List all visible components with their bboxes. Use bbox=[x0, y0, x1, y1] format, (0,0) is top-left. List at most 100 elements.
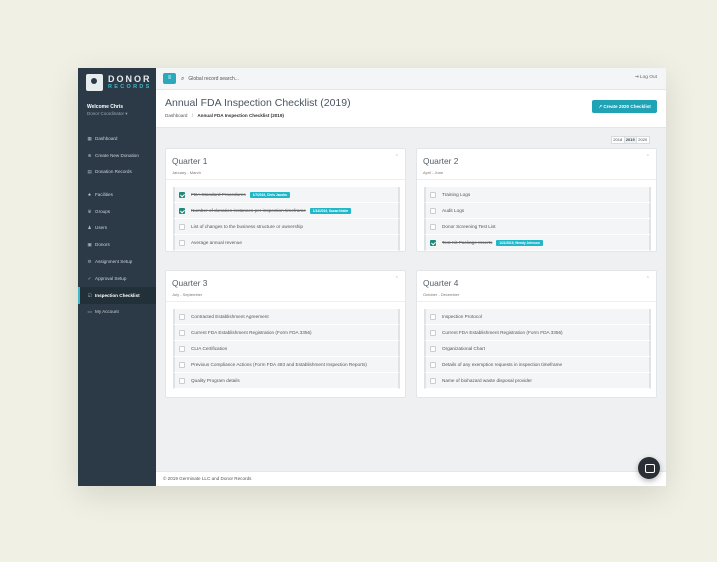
chevron-up-icon[interactable]: ⌃ bbox=[646, 154, 650, 160]
checkbox[interactable] bbox=[430, 361, 436, 368]
checkbox[interactable] bbox=[430, 329, 436, 336]
checklist-item[interactable]: Audit Logs bbox=[424, 203, 651, 219]
search-input[interactable]: Global record search... bbox=[188, 76, 239, 82]
app-window: DONOR RECORDS Welcome Chris Donor Coordi… bbox=[78, 68, 666, 486]
breadcrumb: Dashboard / Annual FDA Inspection Checkl… bbox=[165, 113, 284, 118]
account-icon: ▭ bbox=[87, 309, 92, 315]
checkbox[interactable] bbox=[430, 345, 436, 352]
sidebar-item-approval-setup[interactable]: ✓ Approval Setup bbox=[78, 270, 156, 287]
sidebar-item-label: Groups bbox=[95, 208, 111, 214]
checklist-item-label: Details of any exemption requests in ins… bbox=[442, 362, 563, 367]
sidebar-item-my-account[interactable]: ▭ My Account bbox=[78, 304, 156, 321]
checkbox[interactable] bbox=[179, 223, 185, 230]
checklist-item-label: Organizational Chart bbox=[442, 346, 485, 351]
checklist-item-label: Current FDA Establishment Registration (… bbox=[191, 330, 312, 335]
sidebar-item-users[interactable]: ♟ Users bbox=[78, 220, 156, 237]
sidebar-item-donors[interactable]: ▣ Donors bbox=[78, 236, 156, 253]
menu-toggle-button[interactable]: ≡ bbox=[163, 73, 176, 84]
checkbox[interactable] bbox=[179, 361, 185, 368]
brand-name: DONOR bbox=[108, 74, 152, 84]
create-checklist-button[interactable]: ↗ Create 2020 Checklist bbox=[592, 100, 657, 113]
card-subtitle: July - September bbox=[172, 292, 203, 297]
card-divider bbox=[166, 301, 405, 302]
dashboard-icon: ▦ bbox=[87, 135, 92, 141]
checklist-item[interactable]: Contracted Establishment Agreement bbox=[173, 309, 400, 325]
chevron-up-icon[interactable]: ⌃ bbox=[395, 154, 399, 160]
checklist-item[interactable]: Quality Program details bbox=[173, 373, 400, 389]
sidebar-item-assignment-setup[interactable]: ⚙ Assignment Setup bbox=[78, 253, 156, 270]
checklist-item[interactable]: CLIA Certification bbox=[173, 341, 400, 357]
year-button-2020[interactable]: 2020 bbox=[636, 136, 650, 144]
checkbox[interactable] bbox=[430, 191, 436, 198]
sidebar-item-inspection-checklist[interactable]: ☑ Inspection Checklist bbox=[78, 286, 156, 304]
checkbox[interactable] bbox=[430, 223, 436, 230]
checkbox[interactable] bbox=[179, 345, 185, 352]
role-dropdown[interactable]: Donor Coordinator ▾ bbox=[87, 111, 128, 117]
sidebar-item-groups[interactable]: ♛ Groups bbox=[78, 203, 156, 220]
checklist-item[interactable]: Number of donation instances per inspect… bbox=[173, 203, 400, 219]
checklist-item[interactable]: Current FDA Establishment Registration (… bbox=[173, 325, 400, 341]
checklist-item-label: Current FDA Establishment Registration (… bbox=[442, 330, 563, 335]
checklist-icon: ☑ bbox=[87, 292, 92, 298]
chat-launcher-button[interactable] bbox=[638, 457, 660, 479]
page-title: Annual FDA Inspection Checklist (2019) bbox=[165, 97, 351, 109]
checklist-item[interactable]: Current FDA Establishment Registration (… bbox=[424, 325, 651, 341]
checkbox[interactable] bbox=[430, 239, 436, 246]
sidebar-item-label: Assignment Setup bbox=[95, 259, 133, 265]
checklist-item[interactable]: Previous Compliance Actions (Form FDA 48… bbox=[173, 357, 400, 373]
checklist-item[interactable]: Donor Screening Test List bbox=[424, 219, 651, 235]
chevron-up-icon[interactable]: ⌃ bbox=[395, 276, 399, 282]
sidebar-item-label: Donors bbox=[95, 242, 110, 248]
global-search[interactable]: ⌕ Global record search... bbox=[181, 74, 239, 84]
donors-icon: ▣ bbox=[87, 242, 92, 248]
sidebar-item-dashboard[interactable]: ▦ Dashboard bbox=[78, 130, 156, 147]
breadcrumb-current: Annual FDA Inspection Checklist (2019) bbox=[197, 113, 284, 118]
top-bar: ≡ ⌕ Global record search... ⇥ Log Out bbox=[156, 68, 666, 90]
checkbox[interactable] bbox=[430, 377, 436, 384]
checklist-item[interactable]: Test Kit Package Inserts 1/21/2019, Wendy… bbox=[424, 235, 651, 251]
checklist-item[interactable]: Organizational Chart bbox=[424, 341, 651, 357]
checklist: Inspection Protocol Current FDA Establish… bbox=[424, 309, 651, 389]
quarter-1-card: Quarter 1 January - March ⌃ FDA Standard Pr… bbox=[165, 148, 406, 252]
checklist-item-label: Name of biohazard waste disposal provide… bbox=[442, 378, 532, 383]
checkbox[interactable] bbox=[430, 207, 436, 214]
card-divider bbox=[417, 301, 656, 302]
checkbox[interactable] bbox=[430, 313, 436, 320]
sidebar-item-label: Users bbox=[95, 225, 107, 231]
checkbox[interactable] bbox=[179, 239, 185, 246]
quarter-4-card: Quarter 4 October - December ⌃ Inspection P… bbox=[416, 270, 657, 398]
sidebar-item-facilities[interactable]: ♣ Facilities bbox=[78, 186, 156, 203]
card-subtitle: April - June bbox=[423, 170, 444, 175]
checklist-item-label: Average annual revenue bbox=[191, 240, 242, 245]
card-title: Quarter 1 bbox=[172, 156, 208, 166]
logo-icon bbox=[86, 74, 103, 91]
chevron-up-icon[interactable]: ⌃ bbox=[646, 276, 650, 282]
hamburger-icon: ≡ bbox=[167, 75, 172, 81]
checklist-item[interactable]: List of changes to the business structur… bbox=[173, 219, 400, 235]
checkbox[interactable] bbox=[179, 377, 185, 384]
sidebar-item-create-new-donation[interactable]: ⊕ Create New Donation bbox=[78, 147, 156, 164]
checklist-item[interactable]: Average annual revenue bbox=[173, 235, 400, 251]
card-title: Quarter 2 bbox=[423, 156, 459, 166]
checkbox[interactable] bbox=[179, 313, 185, 320]
checklist-item-label: Previous Compliance Actions (Form FDA 48… bbox=[191, 362, 367, 367]
checkbox[interactable] bbox=[179, 329, 185, 336]
checklist-item[interactable]: Name of biohazard waste disposal provide… bbox=[424, 373, 651, 389]
checklist: Contracted Establishment Agreement Curren… bbox=[173, 309, 400, 389]
logout-link[interactable]: ⇥ Log Out bbox=[635, 75, 657, 80]
plus-circle-icon: ⊕ bbox=[87, 152, 92, 158]
checklist-item[interactable]: FDA Standard Procedures 1/7/2019, Chris J… bbox=[173, 187, 400, 203]
checklist-item[interactable]: Training Logs bbox=[424, 187, 651, 203]
checklist-item[interactable]: Inspection Protocol bbox=[424, 309, 651, 325]
year-selector: 2018 2019 2020 bbox=[611, 136, 650, 144]
brand-logo[interactable]: DONOR RECORDS bbox=[86, 74, 152, 96]
year-button-2019[interactable]: 2019 bbox=[623, 136, 637, 144]
checkbox[interactable] bbox=[179, 191, 185, 198]
breadcrumb-home[interactable]: Dashboard bbox=[165, 113, 187, 118]
checklist-item[interactable]: Details of any exemption requests in ins… bbox=[424, 357, 651, 373]
year-button-2018[interactable]: 2018 bbox=[611, 136, 625, 144]
sidebar-item-donation-records[interactable]: ▤ Donation Records bbox=[78, 164, 156, 181]
facilities-icon: ♣ bbox=[87, 191, 91, 197]
checkbox[interactable] bbox=[179, 207, 185, 214]
card-title: Quarter 3 bbox=[172, 278, 208, 288]
